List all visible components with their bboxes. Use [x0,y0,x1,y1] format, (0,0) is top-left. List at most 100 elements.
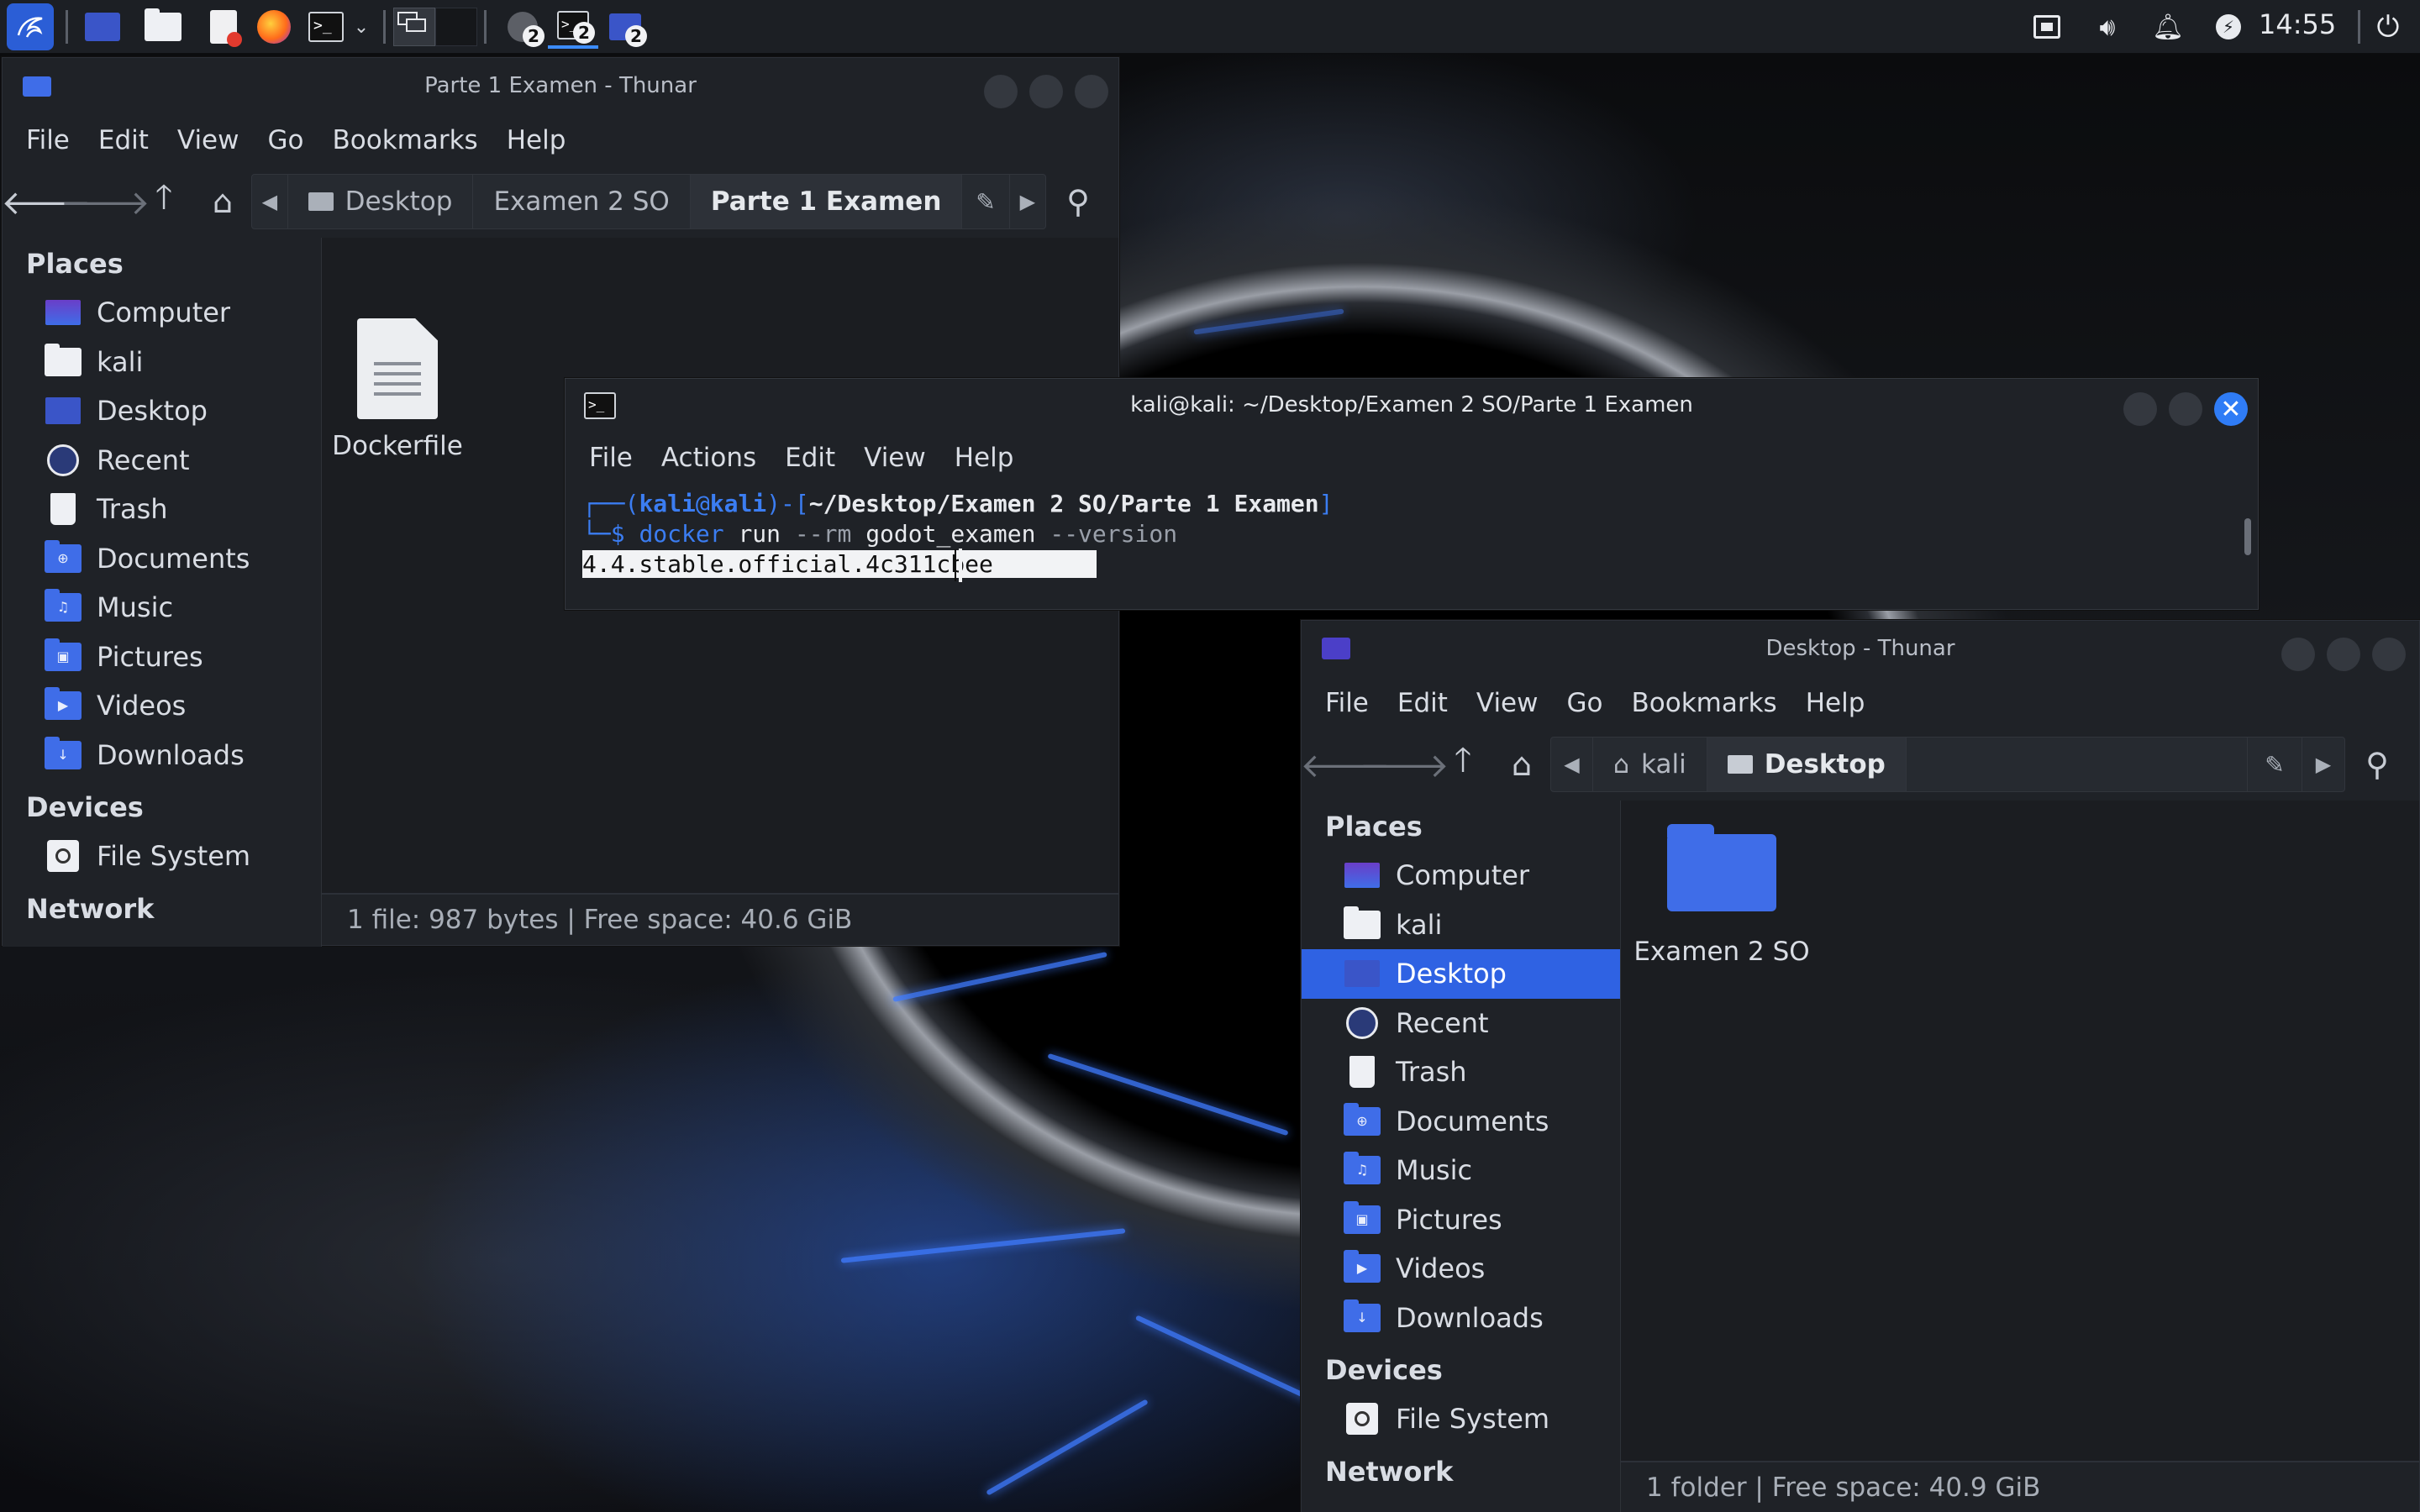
menu-file[interactable]: File [589,443,633,473]
workspace-switcher[interactable] [392,7,479,47]
breadcrumb-scroll-right[interactable]: ▶ [1010,175,1045,228]
sidebar-item-computer[interactable]: Computer [1302,851,1620,900]
sidebar-item-videos[interactable]: ▶ Videos [1302,1244,1620,1294]
menu-help[interactable]: Help [1806,688,1865,718]
taskbar-terminal-group[interactable]: >_ 2 [548,5,598,49]
sidebar-item-music[interactable]: ♫ Music [1302,1146,1620,1195]
sidebar-item-pictures[interactable]: ▣ Pictures [1302,1195,1620,1245]
search-button[interactable]: ⚲ [1056,180,1100,223]
menu-view[interactable]: View [177,125,239,155]
breadcrumb-desktop[interactable]: Desktop [288,175,474,228]
menu-go[interactable]: Go [268,125,304,155]
menu-edit[interactable]: Edit [785,443,835,473]
sidebar-item-downloads[interactable]: ↓ Downloads [1302,1294,1620,1343]
sidebar-item-desktop[interactable]: Desktop [3,386,321,436]
workspace-2[interactable] [435,8,477,46]
sidebar-item-pictures[interactable]: ▣ Pictures [3,633,321,682]
power-manager-tray[interactable]: ⚡︎ [2208,7,2249,47]
maximize-button[interactable] [2169,392,2202,426]
menu-view[interactable]: View [1476,688,1539,718]
notifications-tray[interactable]: 🔔︎ [2148,7,2188,47]
workspace-1[interactable] [393,8,435,46]
menu-bookmarks[interactable]: Bookmarks [1632,688,1777,718]
sidebar-item-music[interactable]: ♫ Music [3,583,321,633]
minimize-button[interactable] [2123,392,2157,426]
thunar-window-desktop[interactable]: Desktop - Thunar File Edit View Go Bookm… [1300,620,2420,1512]
home-button[interactable]: ⌂ [1500,743,1544,786]
breadcrumb-kali[interactable]: ⌂ kali [1593,738,1707,791]
window-titlebar[interactable]: >_ kali@kali: ~/Desktop/Examen 2 SO/Part… [566,379,2258,431]
maximize-button[interactable] [2327,638,2360,671]
taskbar-desktop-group[interactable]: 2 [600,5,650,49]
show-desktop-button[interactable] [82,7,123,47]
home-button[interactable]: ⌂ [201,180,245,223]
sidebar-item-trash[interactable]: Trash [3,485,321,534]
sidebar-item-trash[interactable]: Trash [1302,1047,1620,1097]
forward-button[interactable]: 🡒 [1359,743,1449,786]
terminal-window[interactable]: >_ kali@kali: ~/Desktop/Examen 2 SO/Part… [565,378,2259,610]
folder-item-examen-2-so[interactable]: Examen 2 SO [1621,824,1823,967]
sidebar-item-documents[interactable]: ⊕ Documents [3,534,321,584]
search-button[interactable]: ⚲ [2355,743,2399,786]
menu-go[interactable]: Go [1567,688,1603,718]
breadcrumb-parte-1-examen[interactable]: Parte 1 Examen [690,175,963,228]
sidebar-item-file-system[interactable]: File System [3,832,321,881]
parent-folder-button[interactable]: 🡑 [142,178,186,223]
window-title: Desktop - Thunar [1765,636,1955,661]
network-tray[interactable] [2027,7,2067,47]
kali-menu-button[interactable] [7,3,54,50]
maximize-button[interactable] [1029,75,1063,108]
terminal-dropdown[interactable]: ⌄ [346,7,376,47]
edit-location-button[interactable]: ✎ [2247,738,2302,791]
window-titlebar[interactable]: Desktop - Thunar [1302,621,2419,676]
terminal-scrollbar[interactable] [2244,518,2251,555]
forward-button[interactable]: 🡒 [60,180,150,223]
breadcrumb-examen-2-so[interactable]: Examen 2 SO [473,175,691,228]
sidebar-item-desktop[interactable]: Desktop [1302,949,1620,999]
minimize-button[interactable] [2281,638,2315,671]
menu-edit[interactable]: Edit [1397,688,1448,718]
terminal-output[interactable]: ┌──(kali@kali)-[~/Desktop/Examen 2 SO/Pa… [566,483,2258,609]
menu-edit[interactable]: Edit [98,125,149,155]
sidebar-item-recent[interactable]: Recent [3,436,321,486]
selected-output[interactable]: 4.4.stable.official.4c311cbee [582,550,1097,578]
session-menu-button[interactable]: ⏻ [2368,7,2408,47]
search-icon: ⚲ [1066,183,1090,220]
menu-file[interactable]: File [26,125,70,155]
sidebar-item-downloads[interactable]: ↓ Downloads [3,731,321,780]
menu-help[interactable]: Help [507,125,566,155]
panel-clock[interactable]: 14:55 [2259,8,2336,40]
breadcrumb-scroll-right[interactable]: ▶ [2302,738,2344,791]
sidebar-item-file-system[interactable]: File System [1302,1394,1620,1444]
menu-bookmarks[interactable]: Bookmarks [333,125,478,155]
taskbar-thunar-group[interactable]: 2 [497,5,548,49]
breadcrumb-desktop[interactable]: Desktop [1707,738,1907,791]
parent-folder-button[interactable]: 🡑 [1441,741,1485,786]
breadcrumb-scroll-left[interactable]: ◀ [252,175,288,228]
file-manager-launcher[interactable] [143,7,183,47]
sidebar-item-kali[interactable]: kali [1302,900,1620,950]
menu-file[interactable]: File [1325,688,1369,718]
terminal-launcher[interactable]: >_ [306,7,346,47]
firefox-launcher[interactable] [254,7,294,47]
sidebar-item-computer[interactable]: Computer [3,288,321,338]
menu-help[interactable]: Help [955,443,1014,473]
close-button[interactable] [2372,638,2406,671]
file-item-dockerfile[interactable]: Dockerfile [313,318,481,461]
wallpaper-streak [986,1399,1149,1496]
sidebar-item-recent[interactable]: Recent [1302,999,1620,1048]
sidebar-item-kali[interactable]: kali [3,338,321,387]
menu-view[interactable]: View [864,443,926,473]
breadcrumb-scroll-left[interactable]: ◀ [1551,738,1593,791]
close-button[interactable]: ✕ [2214,392,2248,426]
menu-actions[interactable]: Actions [661,443,756,473]
file-view[interactable]: Examen 2 SO [1621,801,2419,1461]
minimize-button[interactable] [984,75,1018,108]
close-button[interactable] [1075,75,1108,108]
sidebar-item-documents[interactable]: ⊕ Documents [1302,1097,1620,1147]
edit-location-button[interactable]: ✎ [962,175,1010,228]
text-editor-launcher[interactable] [203,7,244,47]
volume-tray[interactable]: 🔊︎ [2087,7,2128,47]
sidebar-item-videos[interactable]: ▶ Videos [3,681,321,731]
window-titlebar[interactable]: Parte 1 Examen - Thunar [3,58,1118,113]
